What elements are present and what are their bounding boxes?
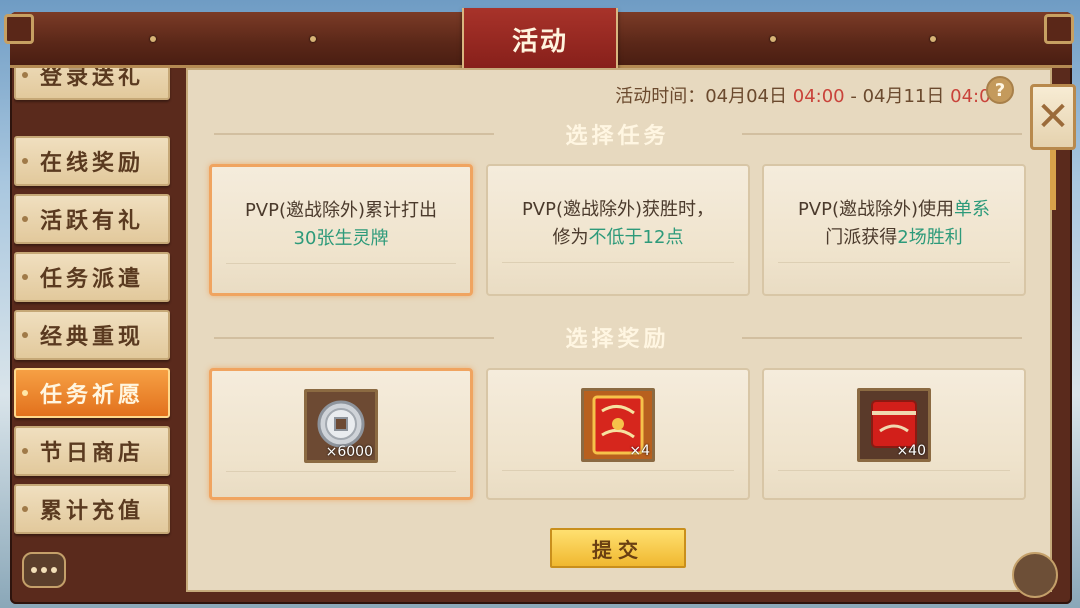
time-separator: - 04月11日: [850, 86, 945, 107]
task-text: PVP(邀战除外)使用单系 门派获得2场胜利: [774, 196, 1014, 252]
divider: [778, 262, 1010, 263]
reward-count: ×6000: [325, 444, 373, 460]
task-line: 门派获得: [825, 227, 898, 248]
close-button[interactable]: ✕: [1030, 84, 1076, 150]
task-line: PVP(邀战除外)使用: [797, 199, 955, 220]
activity-time: 活动时间：04月04日 04:00 - 04月11日 04:00: [615, 82, 1002, 108]
task-card[interactable]: PVP(邀战除外)使用单系 门派获得2场胜利: [762, 164, 1026, 296]
corner-ornament: [1044, 14, 1074, 44]
time-prefix: 活动时间：04月04日: [615, 86, 788, 107]
divider: [226, 263, 456, 264]
red-scroll-icon: ×4: [581, 388, 655, 462]
pin-decoration: [22, 332, 28, 338]
pin-decoration: [22, 390, 28, 396]
divider: [778, 470, 1010, 471]
pin-decoration: [22, 448, 28, 454]
sidebar-item-label: 在线奖励: [39, 150, 144, 176]
sidebar-item-active-gift[interactable]: 活跃有礼: [14, 194, 170, 244]
sidebar-item-label: 登录送礼: [39, 68, 144, 90]
task-highlight: 30张生灵牌: [293, 228, 389, 249]
sidebar-item-label: 任务祈愿: [39, 382, 144, 408]
sidebar-item-label: 任务派遣: [39, 266, 144, 292]
pin-decoration: [22, 506, 28, 512]
tassel-decoration: [1050, 150, 1056, 210]
task-card[interactable]: PVP(邀战除外)获胜时， 修为不低于12点: [486, 164, 750, 296]
rivet-decoration: [150, 36, 156, 42]
reward-card[interactable]: ×4: [486, 368, 750, 500]
corner-ornament: [4, 14, 34, 44]
sidebar-item-task-dispatch[interactable]: 任务派遣: [14, 252, 170, 302]
pin-decoration: [22, 274, 28, 280]
tasks-section-title: 选择任务: [500, 117, 735, 151]
task-text: PVP(邀战除外)累计打出 30张生灵牌: [222, 197, 460, 253]
more-options-button[interactable]: [22, 552, 66, 588]
dot-icon: [41, 567, 47, 573]
rivet-decoration: [770, 36, 776, 42]
sidebar-item-label: 累计充值: [39, 498, 144, 524]
task-highlight: 单系: [954, 199, 991, 220]
emblem-icon: [1012, 552, 1058, 598]
help-button[interactable]: ?: [986, 76, 1014, 104]
divider: [742, 133, 1022, 135]
dot-icon: [51, 567, 57, 573]
reward-count: ×40: [896, 443, 926, 459]
task-card[interactable]: PVP(邀战除外)累计打出 30张生灵牌: [209, 164, 473, 296]
sidebar-item-total-recharge[interactable]: 累计充值: [14, 484, 170, 534]
sidebar-item-label: 活跃有礼: [39, 208, 144, 234]
pin-decoration: [22, 216, 28, 222]
divider: [502, 262, 734, 263]
sidebar-item-login-gift[interactable]: 登录送礼: [14, 68, 170, 100]
divider: [214, 337, 494, 339]
task-line: PVP(邀战除外)获胜时，: [521, 199, 715, 220]
sidebar-item-label: 经典重现: [39, 324, 144, 350]
sidebar-item-online-reward[interactable]: 在线奖励: [14, 136, 170, 186]
divider: [214, 133, 494, 135]
sidebar: 登录送礼 在线奖励 活跃有礼 任务派遣 经典重现 任务祈愿 节日商店 累计充值: [14, 68, 182, 588]
silver-coin-icon: ×6000: [304, 389, 378, 463]
rivet-decoration: [930, 36, 936, 42]
close-icon: ✕: [1036, 94, 1070, 140]
start-time: 04:00: [792, 86, 845, 107]
rewards-section-title: 选择奖励: [500, 320, 735, 354]
rivet-decoration: [310, 36, 316, 42]
sidebar-item-task-wish[interactable]: 任务祈愿: [14, 368, 170, 418]
sidebar-item-classic-return[interactable]: 经典重现: [14, 310, 170, 360]
task-line: PVP(邀战除外)累计打出: [244, 200, 438, 221]
pin-decoration: [22, 72, 28, 78]
sidebar-item-festival-shop[interactable]: 节日商店: [14, 426, 170, 476]
task-highlight: 不低于12点: [588, 227, 684, 248]
task-highlight: 2场胜利: [897, 227, 963, 248]
divider: [742, 337, 1022, 339]
task-line: 修为: [552, 227, 589, 248]
reward-count: ×4: [629, 443, 650, 459]
reward-card[interactable]: ×6000: [209, 368, 473, 500]
title-bar: 活动: [10, 8, 1072, 72]
task-text: PVP(邀战除外)获胜时， 修为不低于12点: [498, 196, 738, 252]
dot-icon: [31, 567, 37, 573]
pin-decoration: [22, 158, 28, 164]
window-title: 活动: [462, 8, 618, 72]
divider: [502, 470, 734, 471]
submit-button[interactable]: 提交: [550, 528, 686, 568]
sidebar-item-label: 节日商店: [39, 440, 144, 466]
reward-card[interactable]: ×40: [762, 368, 1026, 500]
red-pouch-icon: ×40: [857, 388, 931, 462]
divider: [226, 471, 456, 472]
